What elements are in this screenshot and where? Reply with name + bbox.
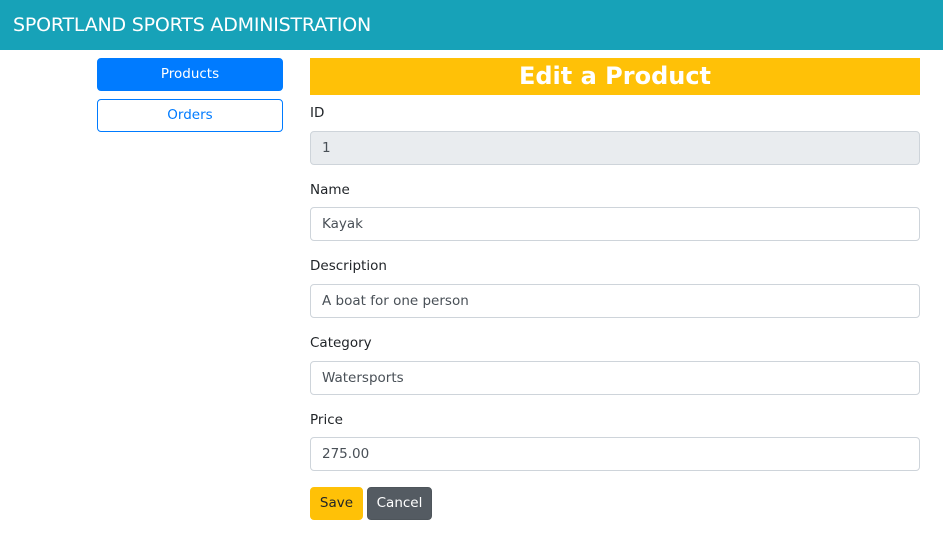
price-field[interactable] (310, 437, 920, 471)
sidebar-item-orders[interactable]: Orders (97, 99, 283, 132)
app-title: SPORTLAND SPORTS ADMINISTRATION (13, 14, 372, 36)
id-label: ID (310, 105, 325, 121)
app-header: SPORTLAND SPORTS ADMINISTRATION (0, 0, 943, 50)
description-label: Description (310, 258, 387, 274)
category-field[interactable] (310, 361, 920, 395)
name-label: Name (310, 182, 350, 198)
description-field[interactable] (310, 284, 920, 318)
name-field[interactable] (310, 207, 920, 241)
id-field[interactable] (310, 131, 920, 165)
category-label: Category (310, 335, 372, 351)
save-button[interactable]: Save (310, 487, 363, 520)
cancel-button[interactable]: Cancel (367, 487, 432, 520)
price-label: Price (310, 412, 343, 428)
page-title: Edit a Product (310, 58, 920, 95)
sidebar-item-products[interactable]: Products (97, 58, 283, 91)
